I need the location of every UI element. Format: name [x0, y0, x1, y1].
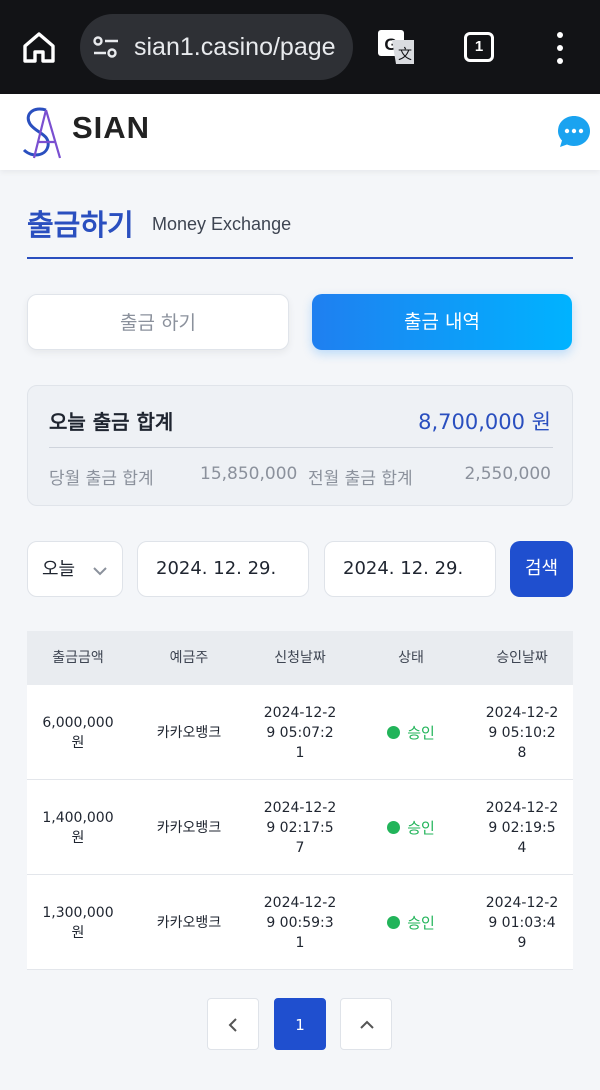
tune-icon[interactable] [92, 34, 120, 60]
status-badge: 승인 [407, 818, 435, 837]
month-total-value: 15,850,000 [200, 464, 298, 484]
column-header-holder: 예금주 [169, 650, 209, 666]
status-cell: 승인 [351, 780, 471, 875]
site-header: SIAN [0, 94, 600, 170]
period-select-value[interactable]: 오늘 [42, 542, 75, 598]
status-cell: 승인 [351, 685, 471, 780]
table-header: 출금금액 예금주 신청날짜 상태 승인날짜 [27, 631, 573, 685]
svg-text:文: 文 [398, 47, 412, 63]
prev-month-total-label: 전월 출금 합계 [308, 469, 413, 489]
address-bar[interactable]: sian1.casino/page [80, 14, 353, 80]
status-badge: 승인 [407, 913, 435, 932]
status-dot-icon [387, 821, 401, 834]
sian-logo-icon[interactable] [16, 104, 68, 160]
status-badge: 승인 [407, 723, 435, 742]
date-to-input[interactable]: 2024. 12. 29. [324, 541, 496, 597]
chevron-down-icon[interactable] [92, 562, 108, 576]
column-header-requested: 신청날짜 [274, 650, 326, 666]
requested-date-cell: 2024-12-29 05:07:21 [263, 704, 337, 761]
holder-cell: 카카오뱅크 [156, 914, 222, 931]
date-from-input[interactable]: 2024. 12. 29. [137, 541, 309, 597]
approved-date-cell: 2024-12-29 01:03:49 [485, 894, 559, 951]
column-header-amount: 출금금액 [52, 650, 104, 666]
approved-date-cell: 2024-12-29 02:19:54 [485, 799, 559, 856]
more-vert-icon[interactable] [548, 28, 572, 68]
translate-icon[interactable]: G文 [376, 28, 416, 66]
month-total-label: 당월 출금 합계 [49, 469, 154, 489]
amount-cell: 6,000,000 원 [42, 714, 114, 751]
search-button[interactable]: 검색 [510, 541, 573, 597]
table-row: 6,000,000 원 카카오뱅크 2024-12-29 05:07:21 승인… [27, 685, 573, 780]
withdrawal-summary: 오늘 출금 합계 8,700,000 원 당월 출금 합계 15,850,000… [27, 385, 573, 506]
requested-date-cell: 2024-12-29 02:17:57 [263, 799, 337, 856]
pagination-next-button[interactable] [340, 998, 392, 1050]
home-icon[interactable] [18, 26, 60, 68]
holder-cell: 카카오뱅크 [156, 724, 222, 741]
requested-date-cell: 2024-12-29 00:59:31 [263, 894, 337, 951]
today-total-label: 오늘 출금 합계 [49, 410, 174, 434]
period-select[interactable]: 오늘 [27, 541, 123, 597]
page-title: 출금하기 [27, 208, 134, 242]
title-divider [27, 257, 573, 259]
today-total-value: 8,700,000 원 [418, 410, 551, 434]
column-header-status: 상태 [398, 650, 424, 666]
logo-text[interactable]: SIAN [72, 110, 150, 146]
tab-withdraw-request[interactable]: 출금 하기 [27, 294, 289, 350]
url-text[interactable]: sian1.casino/page [134, 14, 336, 80]
prev-month-total-value: 2,550,000 [464, 464, 551, 484]
pagination-prev-button[interactable] [207, 998, 259, 1050]
table-row: 1,300,000 원 카카오뱅크 2024-12-29 00:59:31 승인… [27, 875, 573, 970]
tabs-icon[interactable]: 1 [464, 32, 494, 62]
amount-cell: 1,400,000 원 [42, 809, 114, 846]
status-cell: 승인 [351, 875, 471, 970]
holder-cell: 카카오뱅크 [156, 819, 222, 836]
chevron-up-icon [360, 1020, 374, 1029]
status-dot-icon [387, 916, 401, 929]
approved-date-cell: 2024-12-29 05:10:28 [485, 704, 559, 761]
table-row: 1,400,000 원 카카오뱅크 2024-12-29 02:17:57 승인… [27, 780, 573, 875]
browser-toolbar: sian1.casino/page G文 1 [0, 0, 600, 94]
withdrawal-history-table: 출금금액 예금주 신청날짜 상태 승인날짜 6,000,000 원 카카오뱅크 … [27, 631, 573, 970]
chat-icon[interactable] [556, 114, 592, 150]
column-header-approved: 승인날짜 [496, 650, 548, 666]
page-subtitle: Money Exchange [152, 214, 292, 234]
pagination-page-1[interactable]: 1 [274, 998, 326, 1050]
summary-divider [49, 447, 553, 448]
status-dot-icon [387, 726, 401, 739]
tab-withdraw-history[interactable]: 출금 내역 [312, 294, 572, 350]
chevron-left-icon [228, 1018, 237, 1032]
amount-cell: 1,300,000 원 [42, 904, 114, 941]
